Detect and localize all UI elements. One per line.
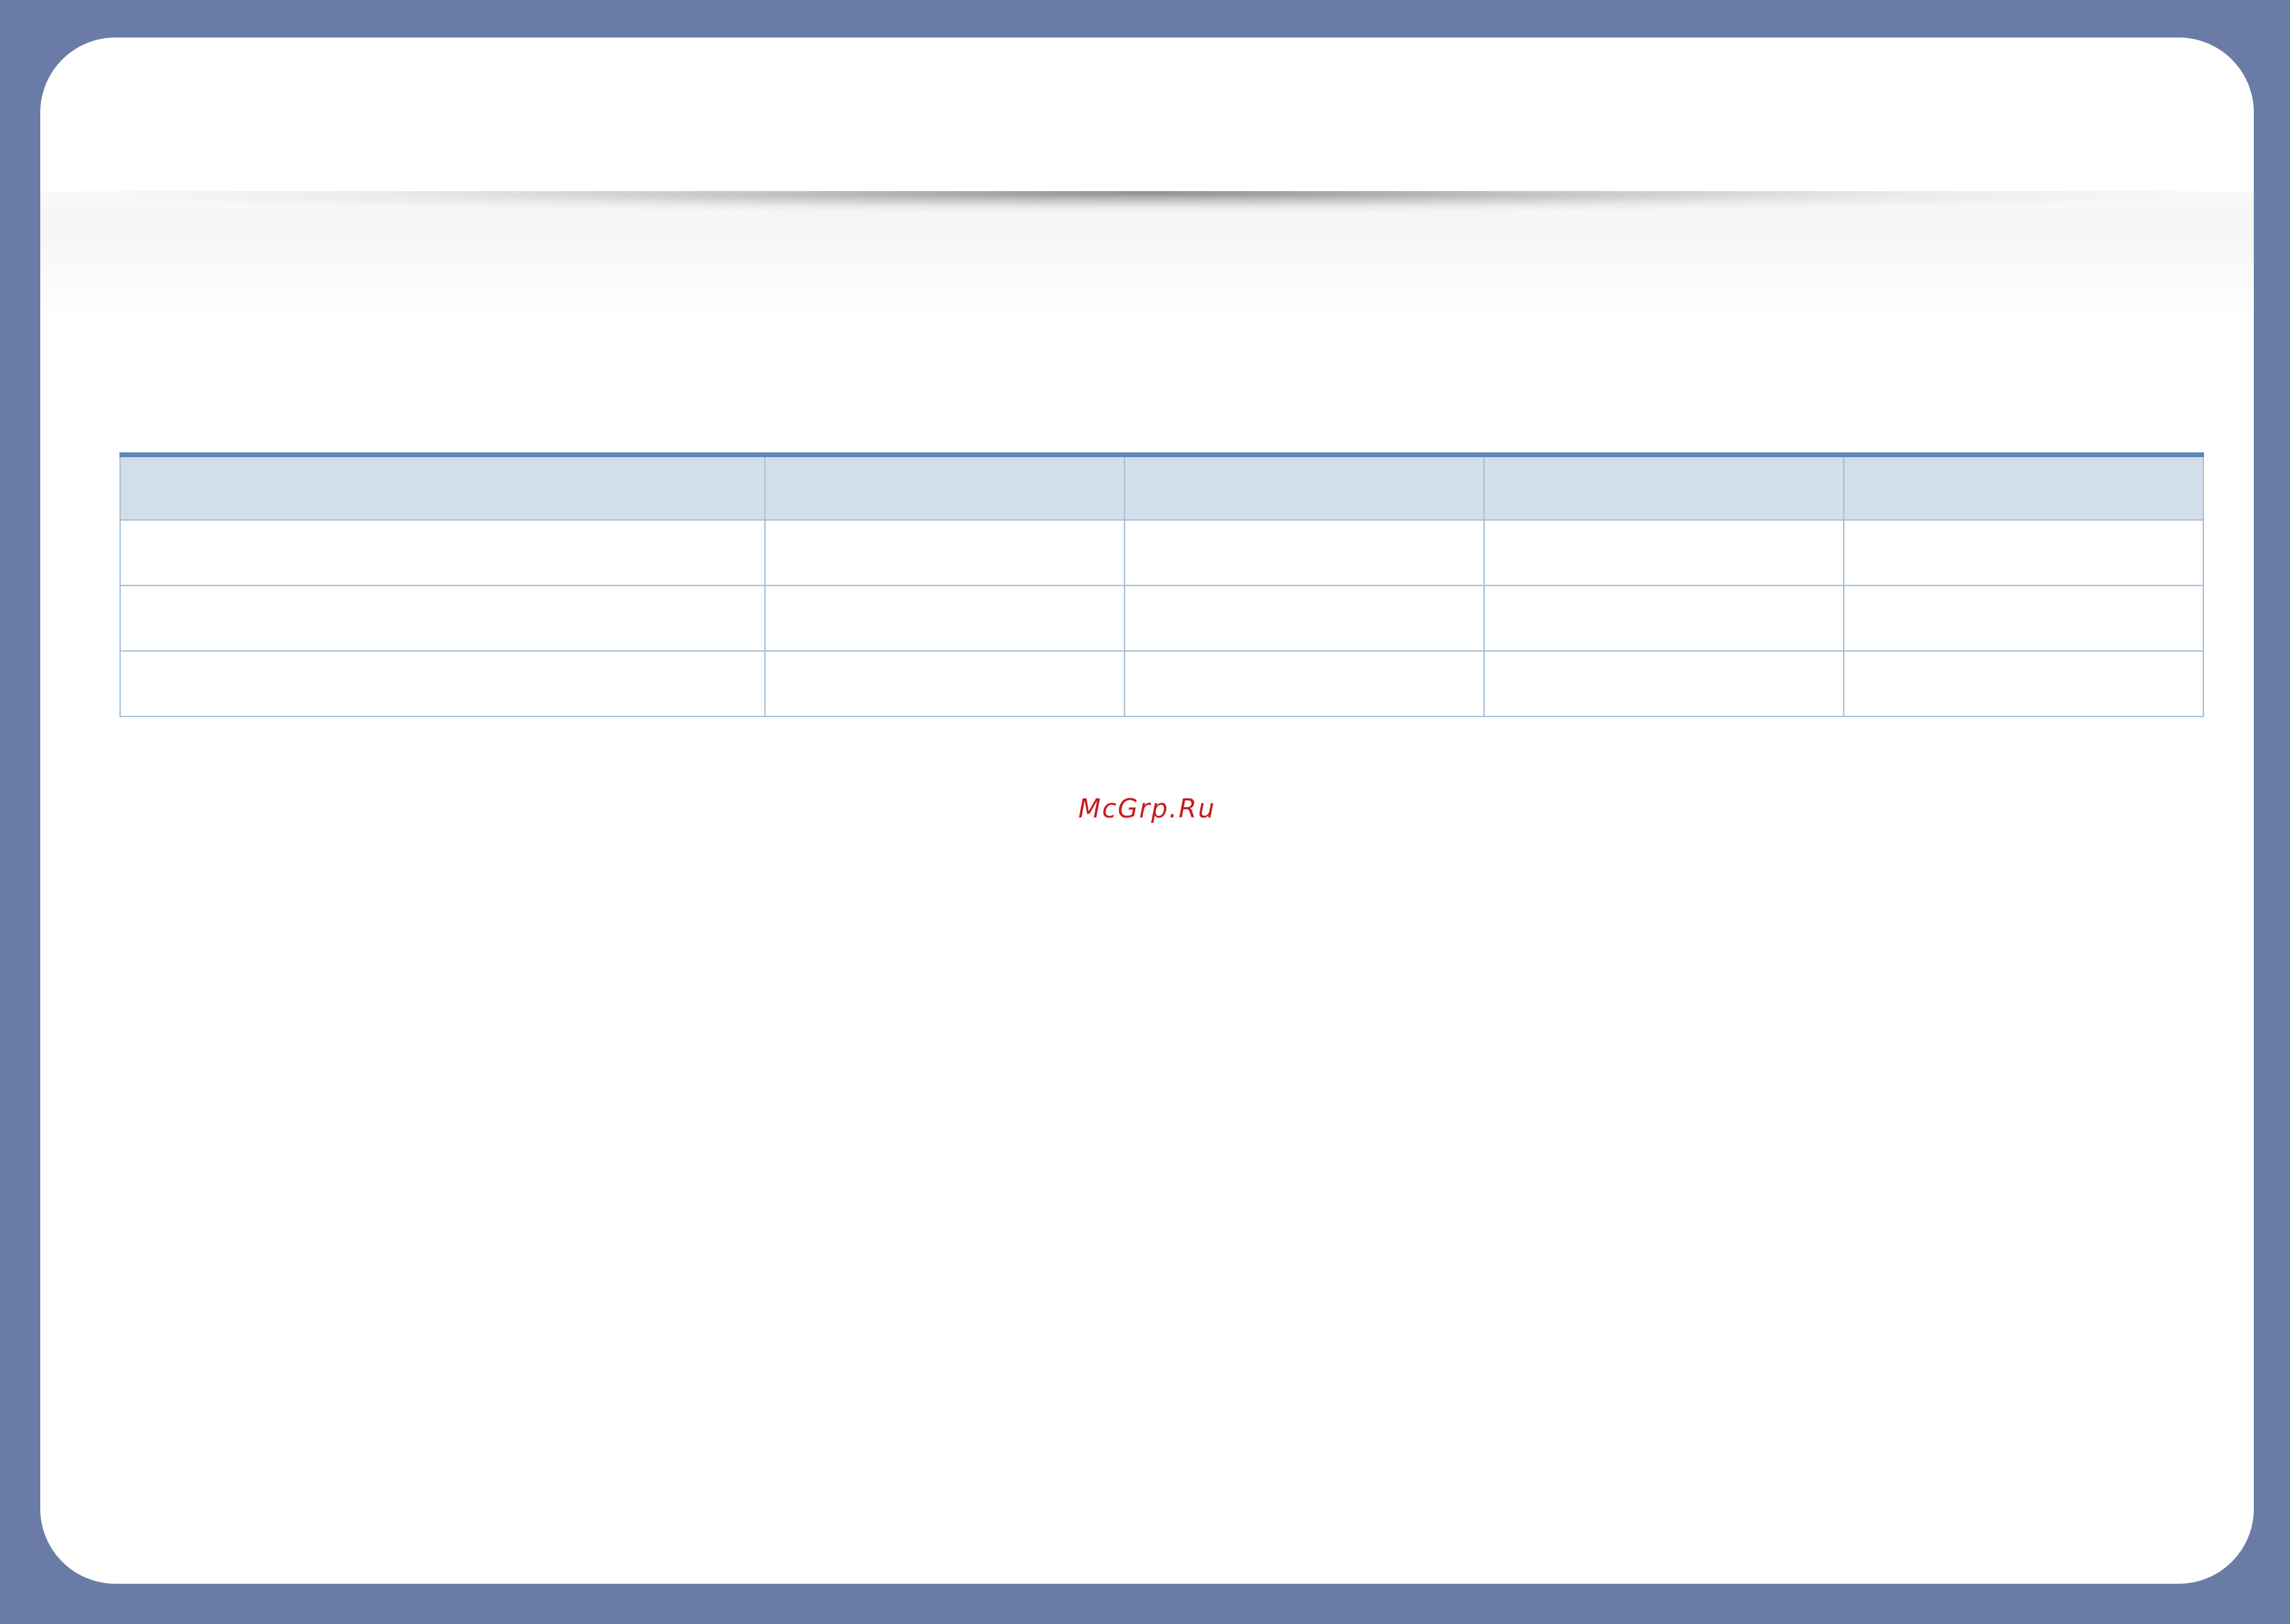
watermark-text: McGrp.Ru [1078, 794, 1216, 824]
table-header-row [119, 452, 2204, 521]
table-cell [1483, 519, 1844, 586]
table-row [119, 585, 2204, 652]
table-header-cell [1483, 452, 1844, 521]
table-header-cell [764, 452, 1125, 521]
table-cell [764, 585, 1125, 652]
table-header-cell [1843, 452, 2204, 521]
document-page: McGrp.Ru [40, 38, 2254, 1584]
table-cell [119, 519, 766, 586]
header-top-area [40, 150, 2254, 191]
table-cell [119, 585, 766, 652]
table-header-cell [119, 452, 766, 521]
table-cell [1124, 519, 1485, 586]
table-cell [1843, 519, 2204, 586]
table-cell [1124, 650, 1485, 717]
table-cell [1483, 650, 1844, 717]
table-cell [764, 519, 1125, 586]
table-cell [1843, 585, 2204, 652]
spec-table [119, 452, 2204, 717]
table-cell [764, 650, 1125, 717]
table-row [119, 650, 2204, 717]
table-cell [1124, 585, 1485, 652]
table-header-cell [1124, 452, 1485, 521]
table-cell [1483, 585, 1844, 652]
table-row [119, 519, 2204, 586]
table-cell [119, 650, 766, 717]
table-cell [1843, 650, 2204, 717]
